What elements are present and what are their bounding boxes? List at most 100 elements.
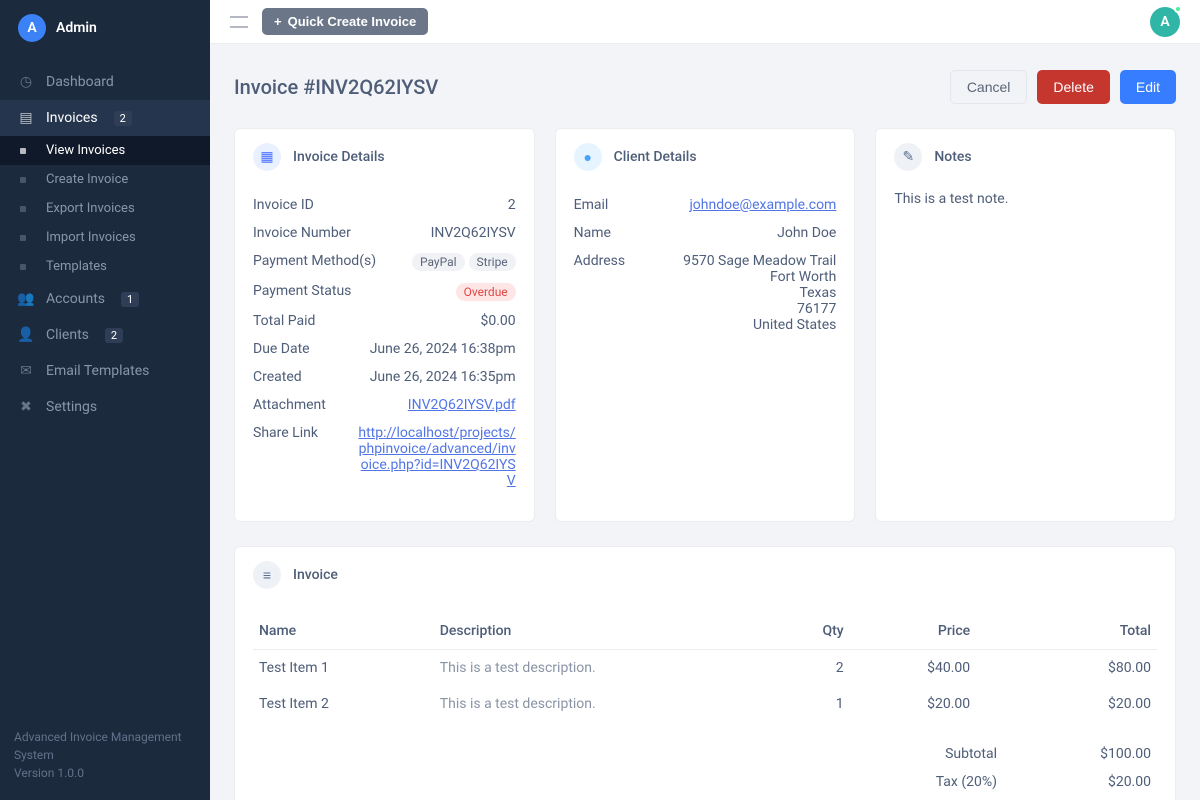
detail-label: Invoice Number xyxy=(253,225,351,241)
wrench-icon: ✖ xyxy=(18,399,34,415)
detail-label: Total Paid xyxy=(253,313,315,329)
nav-settings[interactable]: ✖ Settings xyxy=(0,389,210,425)
card-header: ▦ Invoice Details xyxy=(235,129,534,185)
user-avatar[interactable]: A xyxy=(18,14,46,42)
detail-value: http://localhost/projects/phpinvoice/adv… xyxy=(353,425,516,489)
file-lines-icon: ▦ xyxy=(253,143,281,171)
gauge-icon: ◷ xyxy=(18,74,34,90)
sidebar-header: A Admin xyxy=(0,0,210,56)
detail-value: 9570 Sage Meadow TrailFort WorthTexas761… xyxy=(683,253,836,333)
user-menu-avatar[interactable]: A xyxy=(1150,7,1180,37)
col-price: Price xyxy=(850,613,977,650)
address-line: United States xyxy=(683,317,836,333)
detail-value: 2 xyxy=(508,197,516,213)
quick-create-button[interactable]: + Quick Create Invoice xyxy=(262,8,428,35)
list-icon: ≡ xyxy=(253,561,281,589)
subnav-import-invoices[interactable]: Import Invoices xyxy=(0,223,210,252)
share-link[interactable]: http://localhost/projects/phpinvoice/adv… xyxy=(358,425,515,489)
card-header: ● Client Details xyxy=(556,129,855,185)
subnav-export-invoices[interactable]: Export Invoices xyxy=(0,194,210,223)
user-label: Admin xyxy=(56,20,97,36)
bullet-icon xyxy=(18,206,34,212)
plus-icon: + xyxy=(274,14,282,29)
item-name: Test Item 2 xyxy=(253,686,434,722)
item-name: Test Item 1 xyxy=(253,650,434,687)
item-total: $20.00 xyxy=(976,686,1157,722)
notes-card: ✎ Notes This is a test note. xyxy=(875,128,1176,522)
status-badge: Overdue xyxy=(456,283,516,301)
card-header: ≡ Invoice xyxy=(235,547,1175,603)
delete-button[interactable]: Delete xyxy=(1037,70,1109,104)
detail-row: Emailjohndoe@example.com xyxy=(574,191,837,219)
cancel-button[interactable]: Cancel xyxy=(950,70,1028,104)
item-total: $80.00 xyxy=(976,650,1157,687)
button-label: Quick Create Invoice xyxy=(288,14,417,29)
nav-email-templates[interactable]: ✉ Email Templates xyxy=(0,353,210,389)
bullet-icon xyxy=(18,148,34,154)
nav-label: Export Invoices xyxy=(46,201,135,216)
nav-accounts[interactable]: 👥 Accounts 1 xyxy=(0,281,210,317)
detail-row: NameJohn Doe xyxy=(574,219,837,247)
topbar-left: + Quick Create Invoice xyxy=(230,8,428,35)
detail-value: June 26, 2024 16:35pm xyxy=(370,369,516,385)
users-icon: 👥 xyxy=(18,291,34,307)
card-header: ✎ Notes xyxy=(876,129,1175,185)
subnav-templates[interactable]: Templates xyxy=(0,252,210,281)
card-title: Notes xyxy=(934,149,971,165)
detail-row: CreatedJune 26, 2024 16:35pm xyxy=(253,363,516,391)
email-link[interactable]: johndoe@example.com xyxy=(689,197,836,213)
col-qty: Qty xyxy=(777,613,849,650)
user-tie-icon: 👤 xyxy=(18,327,34,343)
attachment-link[interactable]: INV2Q62IYSV.pdf xyxy=(408,397,516,413)
page-title: Invoice #INV2Q62IYSV xyxy=(234,75,438,99)
nav-label: Templates xyxy=(46,259,107,274)
item-price: $40.00 xyxy=(850,650,977,687)
col-total: Total xyxy=(976,613,1157,650)
menu-toggle-icon[interactable] xyxy=(230,16,248,28)
bullet-icon xyxy=(18,235,34,241)
sidebar: A Admin ◷ Dashboard ▤ Invoices 2 View In… xyxy=(0,0,210,800)
invoices-subnav: View Invoices Create Invoice Export Invo… xyxy=(0,136,210,281)
detail-value: Overdue xyxy=(452,283,516,301)
footer-line1: Advanced Invoice Management System xyxy=(14,728,196,764)
file-invoice-icon: ▤ xyxy=(18,110,34,126)
address-line: 76177 xyxy=(683,301,836,317)
user-icon: ● xyxy=(574,143,602,171)
avatar-initial: A xyxy=(27,20,36,36)
nav-label: Accounts xyxy=(46,291,105,307)
detail-value: John Doe xyxy=(777,225,836,241)
card-body: Invoice ID2 Invoice NumberINV2Q62IYSV Pa… xyxy=(235,185,534,521)
detail-row: Invoice ID2 xyxy=(253,191,516,219)
edit-button[interactable]: Edit xyxy=(1120,70,1176,104)
col-description: Description xyxy=(434,613,778,650)
detail-label: Due Date xyxy=(253,341,310,357)
detail-row: Total Paid $0.00 xyxy=(253,307,516,335)
subnav-create-invoice[interactable]: Create Invoice xyxy=(0,165,210,194)
item-qty: 2 xyxy=(777,650,849,687)
payment-method-pill: PayPal xyxy=(412,253,465,271)
detail-row: Share Link http://localhost/projects/phpi… xyxy=(253,419,516,495)
main: + Quick Create Invoice A Invoice #INV2Q62… xyxy=(210,0,1200,800)
nav-label: Create Invoice xyxy=(46,172,128,187)
accounts-badge: 1 xyxy=(121,292,139,307)
detail-value: johndoe@example.com xyxy=(689,197,836,213)
nav-clients[interactable]: 👤 Clients 2 xyxy=(0,317,210,353)
table-header-row: Name Description Qty Price Total xyxy=(253,613,1157,650)
total-value: $100.00 xyxy=(1081,746,1151,762)
item-description: This is a test description. xyxy=(434,650,778,687)
subnav-view-invoices[interactable]: View Invoices xyxy=(0,136,210,165)
bullet-icon xyxy=(18,177,34,183)
detail-label: Payment Status xyxy=(253,283,351,299)
detail-label: Share Link xyxy=(253,425,318,441)
detail-label: Payment Method(s) xyxy=(253,253,376,269)
invoice-details-card: ▦ Invoice Details Invoice ID2 Invoice Nu… xyxy=(234,128,535,522)
total-label: Subtotal xyxy=(945,746,997,762)
envelope-icon: ✉ xyxy=(18,363,34,379)
avatar-initial: A xyxy=(1160,14,1169,30)
nav-label: Invoices xyxy=(46,110,98,126)
nav-dashboard[interactable]: ◷ Dashboard xyxy=(0,64,210,100)
nav-label: View Invoices xyxy=(46,143,125,158)
nav-invoices[interactable]: ▤ Invoices 2 xyxy=(0,100,210,136)
nav: ◷ Dashboard ▤ Invoices 2 View Invoices C… xyxy=(0,56,210,716)
detail-value: $0.00 xyxy=(481,313,516,329)
